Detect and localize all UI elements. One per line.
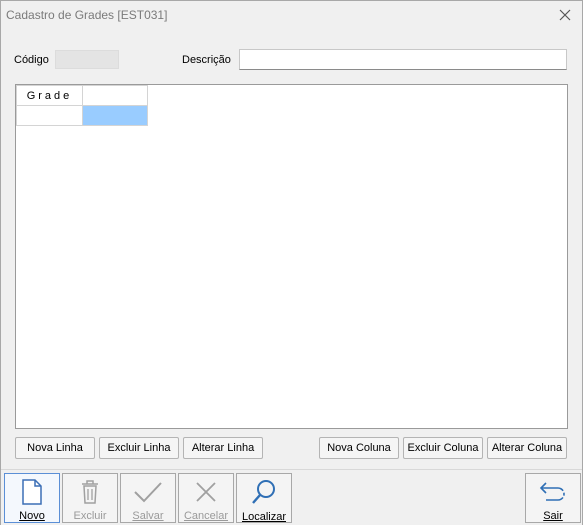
window-title: Cadastro de Grades [EST031] <box>6 8 168 22</box>
salvar-label: Salvar <box>132 510 164 522</box>
alterar-coluna-button[interactable]: Alterar Coluna <box>487 437 567 459</box>
descricao-input[interactable] <box>239 49 567 70</box>
excluir-label: Excluir <box>73 510 107 522</box>
excluir-button[interactable]: Excluir <box>62 473 118 523</box>
magnifier-icon <box>252 480 275 504</box>
return-arrow-icon <box>539 481 565 501</box>
checkmark-icon <box>134 481 162 502</box>
alterar-linha-button[interactable]: Alterar Linha <box>183 437 263 459</box>
novo-label: Novo <box>19 510 45 522</box>
localizar-label: Localizar <box>241 511 287 523</box>
excluir-coluna-button[interactable]: Excluir Coluna <box>403 437 483 459</box>
x-icon <box>196 481 216 502</box>
novo-button[interactable]: Novo <box>4 473 60 523</box>
new-document-icon <box>22 478 42 505</box>
close-button[interactable] <box>554 5 576 25</box>
grid-header-cell[interactable] <box>82 85 148 106</box>
grid-table: Grade <box>16 85 148 126</box>
close-icon <box>559 9 571 21</box>
grid-header-row: Grade <box>16 85 148 106</box>
localizar-button[interactable]: Localizar <box>236 473 292 523</box>
table-row <box>16 105 148 126</box>
salvar-button[interactable]: Salvar <box>120 473 176 523</box>
codigo-field <box>55 50 119 69</box>
grid-header-cell-grade[interactable]: Grade <box>16 85 83 106</box>
nova-coluna-button[interactable]: Nova Coluna <box>319 437 399 459</box>
excluir-linha-button[interactable]: Excluir Linha <box>99 437 179 459</box>
trash-icon <box>82 479 98 504</box>
grid-cell-selected[interactable] <box>82 105 148 126</box>
grid-cell[interactable] <box>16 105 83 126</box>
sair-label: Sair <box>543 510 563 522</box>
title-bar: Cadastro de Grades [EST031] <box>1 1 582 30</box>
nova-linha-button[interactable]: Nova Linha <box>15 437 95 459</box>
cancelar-label: Cancelar <box>183 510 229 522</box>
codigo-label: Código <box>14 54 49 66</box>
dialog-window: Cadastro de Grades [EST031] Código Descr… <box>0 0 583 525</box>
cancelar-button[interactable]: Cancelar <box>178 473 234 523</box>
toolbar: Novo Excluir Salvar Cancelar Localizar S… <box>1 469 582 525</box>
grade-grid[interactable]: Grade <box>15 84 568 429</box>
descricao-label: Descrição <box>182 54 231 66</box>
sair-button[interactable]: Sair <box>525 473 581 523</box>
